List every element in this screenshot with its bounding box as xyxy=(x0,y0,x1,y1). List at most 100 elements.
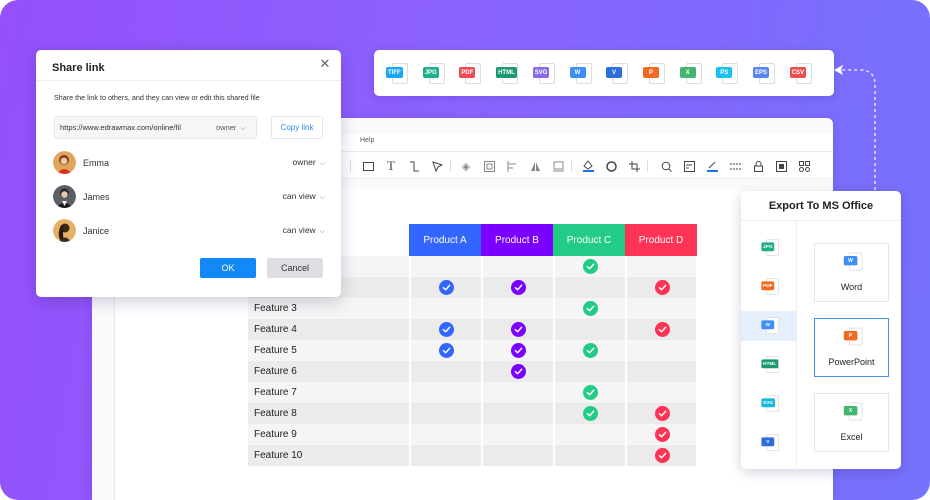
file-type-tag: P xyxy=(642,67,659,78)
crop-icon[interactable] xyxy=(627,159,641,173)
check-icon xyxy=(583,406,598,421)
file-type-tag: X xyxy=(679,67,696,78)
feature-label: Feature 7 xyxy=(254,387,297,398)
eps-file-icon[interactable]: EPS xyxy=(753,62,777,86)
product-column-header: Product B xyxy=(481,224,553,256)
export-format-side-item[interactable]: PDF xyxy=(741,272,796,302)
table-cell xyxy=(625,319,697,340)
feature-label: Feature 3 xyxy=(254,303,297,314)
panel-divider xyxy=(741,220,901,221)
find-replace-icon[interactable] xyxy=(682,159,696,173)
export-option-label: PowerPoint xyxy=(828,357,875,367)
table-cell xyxy=(553,277,625,298)
table-cell xyxy=(625,445,697,466)
export-format-side-item[interactable]: JPG xyxy=(741,233,796,263)
check-icon xyxy=(511,364,526,379)
table-row: Feature 7 xyxy=(248,382,696,403)
lock-icon[interactable] xyxy=(751,159,765,173)
fit-page-icon[interactable] xyxy=(774,159,788,173)
table-cell xyxy=(409,298,481,319)
rectangle-icon[interactable] xyxy=(361,159,375,173)
line-style-icon[interactable] xyxy=(728,159,742,173)
export-format-side-item[interactable]: SVG xyxy=(741,389,796,419)
html-file-icon: HTML xyxy=(761,355,780,374)
file-type-tag: X xyxy=(843,406,858,416)
export-format-side-item[interactable]: V xyxy=(741,428,796,458)
line-color-icon[interactable] xyxy=(705,159,719,173)
file-type-tag: JPG xyxy=(422,67,439,78)
file-type-tag: HTML xyxy=(761,359,778,369)
check-icon xyxy=(439,280,454,295)
export-format-bar: TIFF JPG PDF HTML SVG W V P X PS EPS CSV xyxy=(374,50,834,96)
frame-icon[interactable] xyxy=(551,159,565,173)
member-name: Emma xyxy=(83,158,110,168)
text-icon[interactable]: T xyxy=(384,158,398,173)
visio-file-icon[interactable]: V xyxy=(606,62,630,86)
copy-link-button[interactable]: Copy link xyxy=(271,116,323,139)
avatar xyxy=(53,185,76,208)
table-cell xyxy=(481,340,553,361)
connector-icon[interactable] xyxy=(407,159,421,173)
member-role-dropdown[interactable]: can view ⌵ xyxy=(283,191,325,202)
pdf-file-icon: PDF xyxy=(761,277,780,296)
feature-label: Feature 10 xyxy=(254,450,303,461)
dialog-divider xyxy=(36,80,341,81)
chevron-down-icon: ⌵ xyxy=(319,160,325,167)
check-icon xyxy=(439,343,454,358)
align-left-icon[interactable] xyxy=(505,159,519,173)
tiff-file-icon[interactable]: TIFF xyxy=(386,62,410,86)
share-link-url[interactable]: https://www.edrawmax.com/online/fil xyxy=(60,123,203,132)
export-option-powerpoint[interactable]: P PowerPoint xyxy=(814,318,889,377)
member-row: James can view ⌵ xyxy=(53,185,325,209)
cancel-button[interactable]: Cancel xyxy=(267,258,323,278)
flip-icon[interactable] xyxy=(528,159,542,173)
feature-label: Feature 4 xyxy=(254,324,297,335)
fill-color-icon[interactable] xyxy=(581,159,595,173)
export-option-excel[interactable]: X Excel xyxy=(814,393,889,452)
table-row: Feature 8 xyxy=(248,403,696,424)
file-type-tag: V xyxy=(606,67,623,78)
table-cell xyxy=(409,361,481,382)
html-file-icon[interactable]: HTML xyxy=(496,62,520,86)
close-icon[interactable]: ✕ xyxy=(319,57,331,70)
file-type-tag: CSV xyxy=(789,67,807,78)
file-type-tag: W xyxy=(569,67,586,78)
export-option-word[interactable]: W Word xyxy=(814,243,889,302)
excel-file-icon: X xyxy=(843,402,864,422)
table-row: Feature 6 xyxy=(248,361,696,382)
export-format-side-item[interactable]: W xyxy=(741,311,796,341)
word-file-icon[interactable]: W xyxy=(569,62,594,86)
share-link-field[interactable]: https://www.edrawmax.com/online/fil owne… xyxy=(54,116,257,139)
check-icon xyxy=(583,343,598,358)
member-name: James xyxy=(83,192,110,202)
member-role-dropdown[interactable]: can view ⌵ xyxy=(283,225,325,236)
table-cell xyxy=(553,361,625,382)
more-tools-icon[interactable] xyxy=(797,159,811,173)
shape-style-icon[interactable] xyxy=(604,159,618,173)
table-cell xyxy=(409,424,481,445)
svg-file-icon[interactable]: SVG xyxy=(532,62,557,86)
member-role-dropdown[interactable]: owner ⌵ xyxy=(293,157,325,168)
pointer-icon[interactable] xyxy=(430,159,444,173)
table-cell xyxy=(625,403,697,424)
ok-button[interactable]: OK xyxy=(200,258,256,278)
table-cell xyxy=(553,298,625,319)
powerpoint-file-icon[interactable]: P xyxy=(642,62,667,86)
csv-file-icon[interactable]: CSV xyxy=(789,62,814,86)
search-icon[interactable] xyxy=(659,159,673,173)
pdf-file-icon[interactable]: PDF xyxy=(459,62,483,86)
jpg-file-icon[interactable]: JPG xyxy=(422,62,447,86)
table-row: Feature 3 xyxy=(248,298,696,319)
ps-file-icon[interactable]: PS xyxy=(716,62,740,86)
table-cell xyxy=(409,277,481,298)
check-icon xyxy=(655,448,670,463)
table-cell xyxy=(625,361,697,382)
menu-help[interactable]: Help xyxy=(360,137,374,144)
table-cell xyxy=(481,382,553,403)
group-icon[interactable] xyxy=(482,159,496,173)
excel-file-icon[interactable]: X xyxy=(679,62,704,86)
check-icon xyxy=(655,406,670,421)
link-permission-dropdown[interactable]: owner ⌵ xyxy=(216,123,246,133)
export-format-side-item[interactable]: HTML xyxy=(741,350,796,380)
layers-icon[interactable]: ◈ xyxy=(459,159,473,173)
